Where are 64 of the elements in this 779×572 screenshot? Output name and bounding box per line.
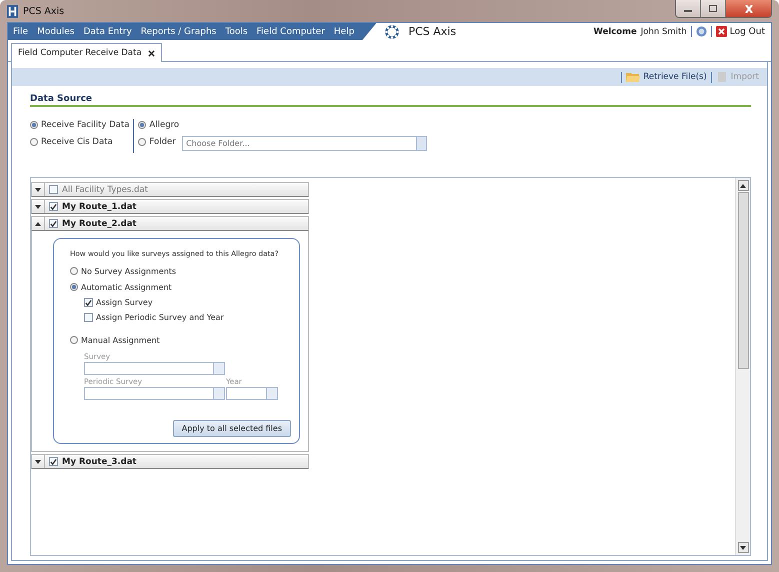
file-checkbox[interactable] bbox=[49, 202, 58, 211]
down-arrow-icon[interactable] bbox=[740, 546, 746, 550]
maximize-icon bbox=[708, 4, 718, 12]
expand-toggle[interactable] bbox=[32, 217, 45, 230]
source-radio[interactable]: Receive Cis Data bbox=[30, 136, 130, 148]
file-name: My Route_2.dat bbox=[62, 218, 136, 228]
close-icon[interactable] bbox=[148, 50, 155, 56]
close-button[interactable] bbox=[726, 0, 771, 17]
menu-item[interactable]: Tools bbox=[225, 26, 248, 36]
apply-button[interactable]: Apply to all selected files bbox=[172, 420, 291, 437]
caret-icon bbox=[35, 204, 41, 208]
expand-toggle[interactable] bbox=[32, 455, 45, 468]
caret-icon bbox=[35, 222, 41, 226]
app-icon bbox=[7, 4, 18, 18]
help-icon[interactable] bbox=[696, 26, 707, 37]
caret-icon bbox=[35, 460, 41, 464]
file-checkbox[interactable] bbox=[49, 185, 58, 194]
scrollbar[interactable] bbox=[735, 178, 750, 555]
expand-toggle[interactable] bbox=[32, 200, 45, 213]
window-title: PCS Axis bbox=[23, 6, 64, 16]
expand-toggle[interactable] bbox=[32, 183, 45, 196]
menu-item[interactable]: Data Entry bbox=[83, 26, 132, 36]
assignment-checkbox[interactable]: Assign Survey bbox=[70, 295, 291, 310]
user-name: John Smith bbox=[640, 26, 687, 36]
welcome-label: Welcome bbox=[594, 26, 637, 36]
close-icon bbox=[744, 4, 754, 12]
assignment-checkbox[interactable]: Assign Periodic Survey and Year bbox=[70, 310, 291, 325]
menu-item[interactable]: Modules bbox=[37, 26, 74, 36]
check-icon bbox=[50, 220, 57, 228]
check-icon bbox=[50, 202, 57, 210]
folder-icon bbox=[626, 71, 640, 83]
file-name: All Facility Types.dat bbox=[62, 184, 148, 194]
menu-item[interactable]: Help bbox=[334, 26, 354, 36]
file-name: My Route_3.dat bbox=[62, 456, 136, 466]
logout-icon bbox=[716, 26, 727, 37]
menu-item[interactable]: File bbox=[13, 26, 28, 36]
menu-item[interactable]: Reports / Graphs bbox=[140, 26, 216, 36]
logout-button[interactable]: Log Out bbox=[716, 26, 765, 37]
file-row[interactable]: My Route_2.dat bbox=[31, 216, 309, 231]
brand-name: PCS Axis bbox=[408, 25, 456, 38]
file-row[interactable]: My Route_3.dat bbox=[31, 454, 309, 469]
file-row[interactable]: All Facility Types.dat bbox=[31, 182, 309, 197]
document-icon bbox=[716, 71, 728, 83]
folder-field[interactable]: Choose Folder... bbox=[182, 136, 416, 151]
document-tab[interactable]: Field Computer Receive Data bbox=[11, 43, 162, 62]
device-radio[interactable]: Folder bbox=[138, 136, 180, 148]
retrieve-button[interactable]: Retrieve File(s) bbox=[626, 71, 707, 83]
menu-item[interactable]: Field Computer bbox=[256, 26, 325, 36]
section-title: Data Source bbox=[30, 94, 751, 107]
source-radio[interactable]: Receive Facility Data bbox=[30, 119, 130, 131]
check-icon bbox=[50, 458, 57, 466]
file-row[interactable]: My Route_1.dat bbox=[31, 199, 309, 214]
minimize-button[interactable] bbox=[676, 0, 701, 17]
up-arrow-icon[interactable] bbox=[740, 184, 746, 188]
assignment-radio[interactable]: No Survey Assignments bbox=[70, 263, 291, 279]
check-icon bbox=[85, 298, 92, 306]
device-radio[interactable]: Allegro bbox=[138, 119, 180, 131]
assignment-radio[interactable]: Automatic Assignment bbox=[70, 279, 291, 295]
caret-icon bbox=[35, 188, 41, 192]
assignment-radio[interactable]: Manual Assignment bbox=[70, 332, 291, 348]
file-checkbox[interactable] bbox=[49, 457, 58, 466]
file-name: My Route_1.dat bbox=[62, 202, 136, 212]
maximize-button[interactable] bbox=[701, 0, 726, 17]
file-checkbox[interactable] bbox=[49, 219, 58, 228]
